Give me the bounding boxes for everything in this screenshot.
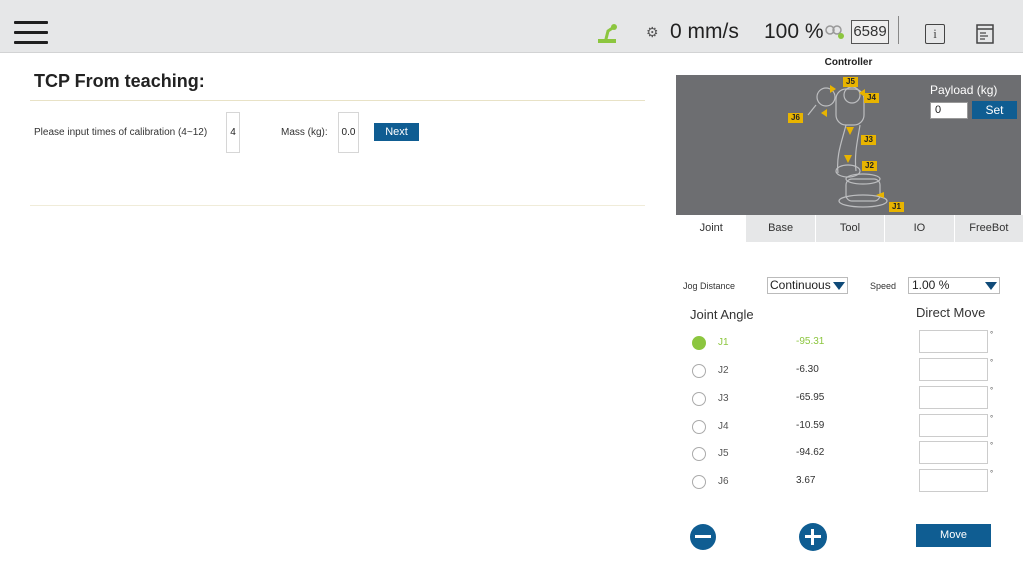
mass-input[interactable]: 0.0 bbox=[338, 112, 359, 153]
calibration-times-label: Please input times of calibration (4~12) bbox=[34, 127, 208, 138]
jog-minus-button[interactable] bbox=[690, 524, 716, 550]
joint-radio-j4[interactable] bbox=[692, 420, 706, 434]
degree-unit: ° bbox=[990, 358, 994, 367]
joint-angle-value: -6.30 bbox=[796, 364, 819, 375]
move-button[interactable]: Move bbox=[916, 524, 991, 547]
controller-heading: Controller bbox=[824, 57, 873, 68]
tab-base[interactable]: Base bbox=[745, 215, 815, 242]
joint-tag-j6: J6 bbox=[788, 113, 803, 123]
joint-tag-j4: J4 bbox=[864, 93, 879, 103]
joint-radio-j3[interactable] bbox=[692, 392, 706, 406]
direct-move-heading: Direct Move bbox=[916, 305, 986, 320]
degree-unit: ° bbox=[990, 441, 994, 450]
speed-gauge-icon: ⚙ bbox=[646, 24, 659, 40]
joint-row-j5: J5 -94.62 ° bbox=[676, 441, 1021, 465]
tab-tool[interactable]: Tool bbox=[814, 215, 885, 242]
joint-name: J6 bbox=[718, 476, 729, 487]
mass-label: Mass (kg): bbox=[281, 127, 328, 138]
joint-row-j4: J4 -10.59 ° bbox=[676, 414, 1021, 438]
joint-name: J3 bbox=[718, 393, 729, 404]
connection-link-icon bbox=[825, 25, 844, 39]
direct-move-input-j3[interactable] bbox=[919, 386, 988, 409]
direct-move-input-j4[interactable] bbox=[919, 414, 988, 437]
hamburger-menu-icon[interactable] bbox=[14, 21, 48, 45]
form-divider bbox=[30, 205, 645, 206]
joint-angle-value: -94.62 bbox=[796, 447, 825, 458]
jog-speed-label: Speed bbox=[870, 281, 897, 291]
next-button[interactable]: Next bbox=[374, 123, 419, 141]
payload-set-button[interactable]: Set bbox=[972, 101, 1017, 119]
direct-move-input-j5[interactable] bbox=[919, 441, 988, 464]
tab-io[interactable]: IO bbox=[884, 215, 954, 242]
jog-distance-label: Jog Distance bbox=[683, 281, 736, 291]
counter-badge: 6589 bbox=[851, 20, 889, 44]
joint-tag-j2: J2 bbox=[862, 161, 877, 171]
payload-label: Payload (kg) bbox=[930, 83, 998, 97]
speed-percent-readout: 100 % bbox=[764, 20, 824, 43]
calibration-times-input[interactable]: 4 bbox=[226, 112, 240, 153]
topbar-divider bbox=[898, 16, 899, 44]
controller-tabs: Joint Base Tool IO FreeBot bbox=[676, 215, 1023, 242]
joint-angle-value: -10.59 bbox=[796, 420, 825, 431]
joint-radio-j6[interactable] bbox=[692, 475, 706, 489]
joint-radio-j1[interactable] bbox=[692, 336, 706, 350]
joint-row-j1: J1 -95.31 ° bbox=[676, 330, 1021, 354]
robot-3d-view[interactable]: J5 J4 J6 J3 J2 J1 Payload (kg) 0 Set bbox=[676, 75, 1021, 215]
title-divider bbox=[30, 100, 645, 101]
jog-speed-select[interactable]: 1.00 % bbox=[908, 277, 1000, 294]
chevron-down-icon bbox=[833, 282, 845, 290]
joint-name: J4 bbox=[718, 421, 729, 432]
degree-unit: ° bbox=[990, 386, 994, 395]
direct-move-input-j2[interactable] bbox=[919, 358, 988, 381]
direct-move-input-j6[interactable] bbox=[919, 469, 988, 492]
joint-tag-j3: J3 bbox=[861, 135, 876, 145]
jog-speed-value: 1.00 % bbox=[912, 278, 950, 292]
joint-tag-j5: J5 bbox=[843, 77, 858, 87]
tcp-speed-readout: 0 mm/s bbox=[670, 20, 739, 43]
joint-name: J2 bbox=[718, 365, 729, 376]
chevron-down-icon bbox=[985, 282, 997, 290]
joint-name: J5 bbox=[718, 448, 729, 459]
tab-joint[interactable]: Joint bbox=[676, 215, 746, 242]
jog-distance-value: Continuous bbox=[770, 278, 831, 292]
top-bar: ⚙ 0 mm/s 100 % 6589 i bbox=[0, 0, 1023, 53]
joint-row-j6: J6 3.67 ° bbox=[676, 469, 1021, 493]
joint-angle-value: -95.31 bbox=[796, 336, 825, 347]
log-list-icon[interactable] bbox=[976, 24, 994, 44]
joint-radio-j5[interactable] bbox=[692, 447, 706, 461]
joint-angle-value: -65.95 bbox=[796, 392, 825, 403]
direct-move-input-j1[interactable] bbox=[919, 330, 988, 353]
controller-panel: Controller J5 J4 J6 J3 J2 J1 Payload (kg… bbox=[676, 53, 1023, 575]
joint-row-j2: J2 -6.30 ° bbox=[676, 358, 1021, 382]
jog-distance-select[interactable]: Continuous bbox=[767, 277, 848, 294]
robot-arm-status-icon bbox=[598, 24, 617, 43]
joint-row-j3: J3 -65.95 ° bbox=[676, 386, 1021, 410]
degree-unit: ° bbox=[990, 330, 994, 339]
joint-angle-value: 3.67 bbox=[796, 475, 816, 486]
joint-angle-heading: Joint Angle bbox=[690, 307, 754, 322]
joint-tag-j1: J1 bbox=[889, 202, 904, 212]
page-title: TCP From teaching: bbox=[34, 71, 205, 91]
payload-input[interactable]: 0 bbox=[930, 102, 968, 119]
degree-unit: ° bbox=[990, 414, 994, 423]
joint-radio-j2[interactable] bbox=[692, 364, 706, 378]
info-icon[interactable]: i bbox=[925, 24, 945, 44]
jog-plus-button[interactable] bbox=[799, 523, 827, 551]
joint-name: J1 bbox=[718, 337, 729, 348]
degree-unit: ° bbox=[990, 469, 994, 478]
tab-freebot[interactable]: FreeBot bbox=[953, 215, 1023, 242]
